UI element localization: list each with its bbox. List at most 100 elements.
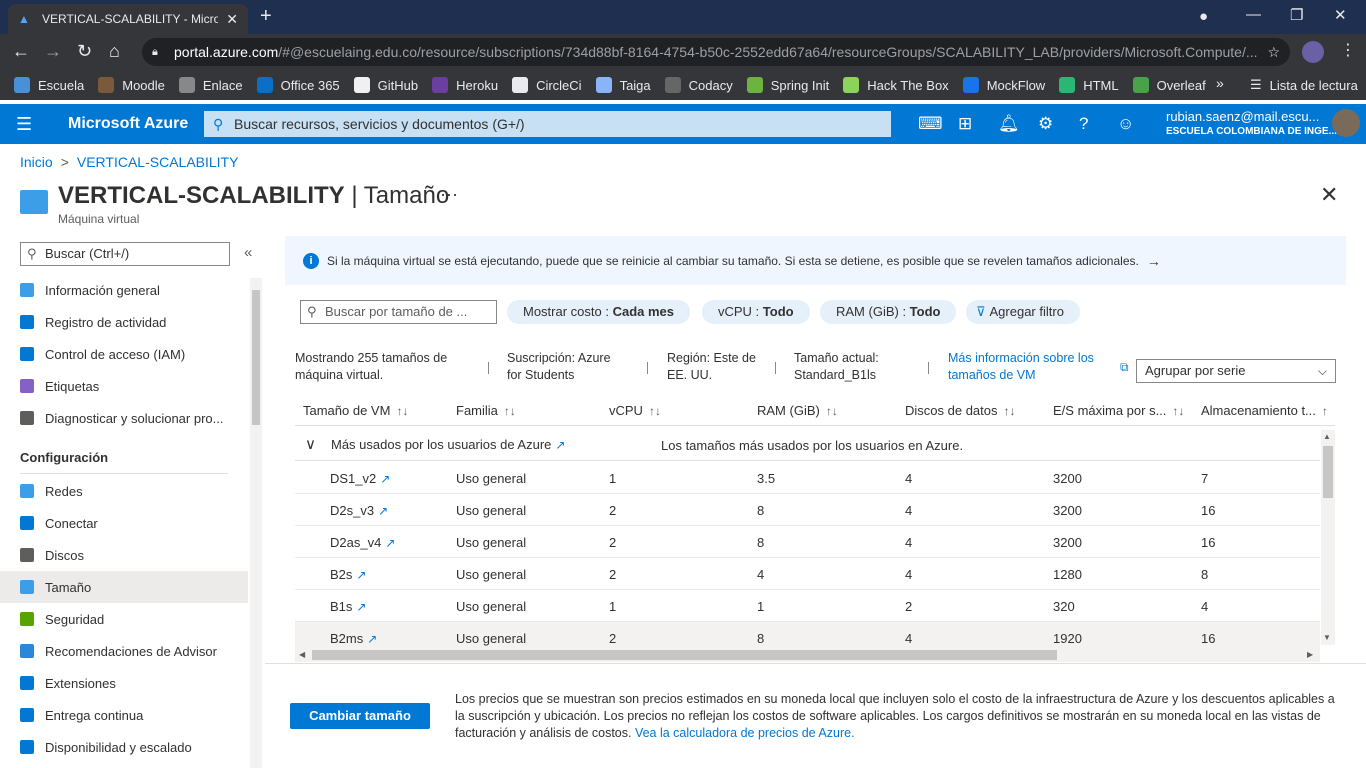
- filter-ram[interactable]: RAM (GiB) : Todo: [820, 300, 957, 324]
- bookmark-enlace[interactable]: Enlace: [178, 77, 243, 93]
- bookmark-mockflow[interactable]: MockFlow: [962, 77, 1045, 93]
- browser-tab[interactable]: ▲ VERTICAL-SCALABILITY - Microso ✕: [8, 4, 248, 34]
- cell-text: Uso general: [456, 599, 527, 614]
- add-filter-button[interactable]: ⊽ Agregar filtro: [966, 300, 1080, 324]
- pricing-calculator-link[interactable]: Vea la calculadora de precios de Azure.: [635, 726, 855, 740]
- table-horizontal-scrollbar-thumb[interactable]: [312, 650, 1057, 660]
- scroll-up-icon[interactable]: ▲: [1323, 432, 1331, 441]
- help-icon[interactable]: ?: [1079, 114, 1088, 134]
- sidebar-item[interactable]: Etiquetas: [0, 370, 248, 402]
- cell-disks: 4: [905, 471, 912, 486]
- sidebar-item[interactable]: Información general: [0, 274, 248, 306]
- reading-list[interactable]: ☰ Lista de lectura: [1250, 70, 1358, 100]
- hamburger-menu-icon[interactable]: ☰: [16, 114, 32, 135]
- directory-filter-icon[interactable]: ⊞: [958, 114, 972, 134]
- bookmark-office-365[interactable]: Office 365: [256, 77, 340, 93]
- sidebar-item[interactable]: Extensiones: [0, 667, 248, 699]
- breadcrumb-home[interactable]: Inicio: [20, 154, 53, 170]
- reload-icon[interactable]: ↻: [77, 40, 92, 62]
- sidebar-item[interactable]: Control de acceso (IAM): [0, 338, 248, 370]
- back-icon[interactable]: ←: [12, 40, 30, 62]
- bookmark-escuela[interactable]: Escuela: [14, 77, 84, 93]
- scroll-left-icon[interactable]: ◀: [299, 650, 305, 659]
- bookmark-favicon-icon: [1059, 77, 1076, 93]
- resize-button[interactable]: Cambiar tamaño: [290, 703, 430, 729]
- bookmark-circleci[interactable]: CircleCi: [512, 77, 582, 93]
- sidebar-item[interactable]: Diagnosticar y solucionar pro...: [0, 402, 248, 434]
- sidebar-item[interactable]: Tamaño: [0, 571, 248, 603]
- browser-menu-icon[interactable]: ⋮: [1340, 40, 1356, 60]
- bookmark-taiga[interactable]: Taiga: [595, 77, 651, 93]
- bookmark-moodle[interactable]: Moodle: [98, 77, 165, 93]
- sidebar-item[interactable]: Registro de actividad: [0, 306, 248, 338]
- table-row[interactable]: DS1_v2 ↗ Uso general 1 3.5 4 3200 7: [295, 462, 1320, 494]
- group-row[interactable]: ∨ Más usados por los usuarios de Azure ↗ …: [295, 430, 1320, 461]
- size-search-input[interactable]: ⚲ Buscar por tamaño de ...: [300, 300, 497, 324]
- settings-gear-icon[interactable]: ⚙: [1038, 114, 1053, 134]
- home-icon[interactable]: ⌂: [109, 40, 120, 62]
- col-header-family[interactable]: Familia ↑↓: [456, 403, 516, 418]
- bookmark-html[interactable]: HTML: [1059, 77, 1119, 93]
- close-blade-icon[interactable]: ✕: [1320, 182, 1338, 208]
- sidebar-item[interactable]: Seguridad: [0, 603, 248, 635]
- col-header-data-disks[interactable]: Discos de datos ↑↓: [905, 403, 1016, 418]
- browser-profile-avatar[interactable]: [1302, 41, 1324, 63]
- table-row[interactable]: B1s ↗ Uso general 1 1 2 320 4: [295, 590, 1320, 622]
- col-header-size[interactable]: Tamaño de VM ↑↓: [303, 403, 408, 418]
- sidebar-scrollbar-thumb[interactable]: [252, 290, 260, 425]
- notifications-icon[interactable]: 🔔︎: [998, 114, 1020, 134]
- url-bar[interactable]: 🔒︎ portal.azure.com/#@escuelaing.edu.co/…: [142, 38, 1290, 66]
- bookmark-spring-init[interactable]: Spring Init: [746, 77, 829, 93]
- scroll-right-icon[interactable]: ▶: [1307, 650, 1313, 659]
- profile-menu-icon[interactable]: ●: [1199, 8, 1208, 25]
- arrow-right-icon[interactable]: →: [1147, 253, 1161, 269]
- chevron-down-icon[interactable]: ∨: [305, 435, 316, 453]
- cell-text: 320: [1053, 599, 1075, 614]
- bookmark-heroku[interactable]: Heroku: [432, 77, 498, 93]
- table-vertical-scrollbar-thumb[interactable]: [1323, 446, 1333, 498]
- more-options-icon[interactable]: ···: [440, 184, 458, 205]
- bookmark-overleaf[interactable]: Overleaf: [1132, 77, 1206, 93]
- col-header-temp-storage[interactable]: Almacenamiento t... ↑: [1201, 403, 1328, 418]
- feedback-smiley-icon[interactable]: ☺: [1117, 114, 1134, 134]
- sidebar-item[interactable]: Conectar: [0, 507, 248, 539]
- sidebar-item[interactable]: Entrega continua: [0, 699, 248, 731]
- collapse-sidebar-icon[interactable]: «: [244, 244, 252, 261]
- bookmark-label: Enlace: [202, 77, 243, 93]
- sidebar-item[interactable]: Redes: [0, 475, 248, 507]
- new-tab-icon[interactable]: +: [260, 6, 272, 26]
- close-window-icon[interactable]: ✕: [1334, 6, 1347, 24]
- bookmark-hack-the-box[interactable]: Hack The Box: [843, 77, 949, 93]
- breadcrumb-current[interactable]: VERTICAL-SCALABILITY: [77, 154, 239, 170]
- sidebar-item[interactable]: Recomendaciones de Advisor: [0, 635, 248, 667]
- table-row[interactable]: B2s ↗ Uso general 2 4 4 1280 8: [295, 558, 1320, 590]
- more-bookmarks-icon[interactable]: »: [1216, 75, 1224, 91]
- sidebar-item[interactable]: Disponibilidad y escalado: [0, 731, 248, 763]
- external-link-icon[interactable]: ⧉: [1120, 360, 1129, 375]
- forward-icon[interactable]: →: [44, 40, 62, 62]
- close-tab-icon[interactable]: ✕: [226, 11, 238, 28]
- cloud-shell-icon[interactable]: ⌨: [918, 114, 943, 134]
- maximize-icon[interactable]: ❐: [1290, 6, 1303, 24]
- group-by-dropdown[interactable]: Agrupar por serie ⌵: [1136, 359, 1336, 383]
- filter-show-cost[interactable]: Mostrar costo : Cada mes: [507, 300, 690, 324]
- col-header-max-iops[interactable]: E/S máxima por s... ↑↓: [1053, 403, 1184, 418]
- col-header-vcpu[interactable]: vCPU ↑↓: [609, 403, 661, 418]
- global-search-input[interactable]: ⚲ Buscar recursos, servicios y documento…: [204, 111, 891, 137]
- minimize-icon[interactable]: —: [1246, 6, 1261, 23]
- table-row[interactable]: D2s_v3 ↗ Uso general 2 8 4 3200 16: [295, 494, 1320, 526]
- filter-vcpu[interactable]: vCPU : Todo: [702, 300, 810, 324]
- vm-sizes-info-link[interactable]: Más información sobre los tamaños de VM: [948, 350, 1094, 384]
- bookmark-github[interactable]: GitHub: [353, 77, 418, 93]
- col-header-ram[interactable]: RAM (GiB) ↑↓: [757, 403, 838, 418]
- bookmark-star-icon[interactable]: ☆: [1267, 38, 1280, 66]
- bookmark-codacy[interactable]: Codacy: [664, 77, 733, 93]
- scroll-down-icon[interactable]: ▼: [1323, 633, 1331, 642]
- sidebar-search-input[interactable]: ⚲ Buscar (Ctrl+/): [20, 242, 230, 266]
- avatar[interactable]: [1332, 109, 1360, 137]
- sidebar-item[interactable]: Discos: [0, 539, 248, 571]
- azure-brand[interactable]: Microsoft Azure: [68, 115, 188, 133]
- account-info[interactable]: rubian.saenz@mail.escu... ESCUELA COLOMB…: [1166, 109, 1337, 139]
- table-row[interactable]: D2as_v4 ↗ Uso general 2 8 4 3200 16: [295, 526, 1320, 558]
- sidebar-search-placeholder: Buscar (Ctrl+/): [45, 246, 130, 261]
